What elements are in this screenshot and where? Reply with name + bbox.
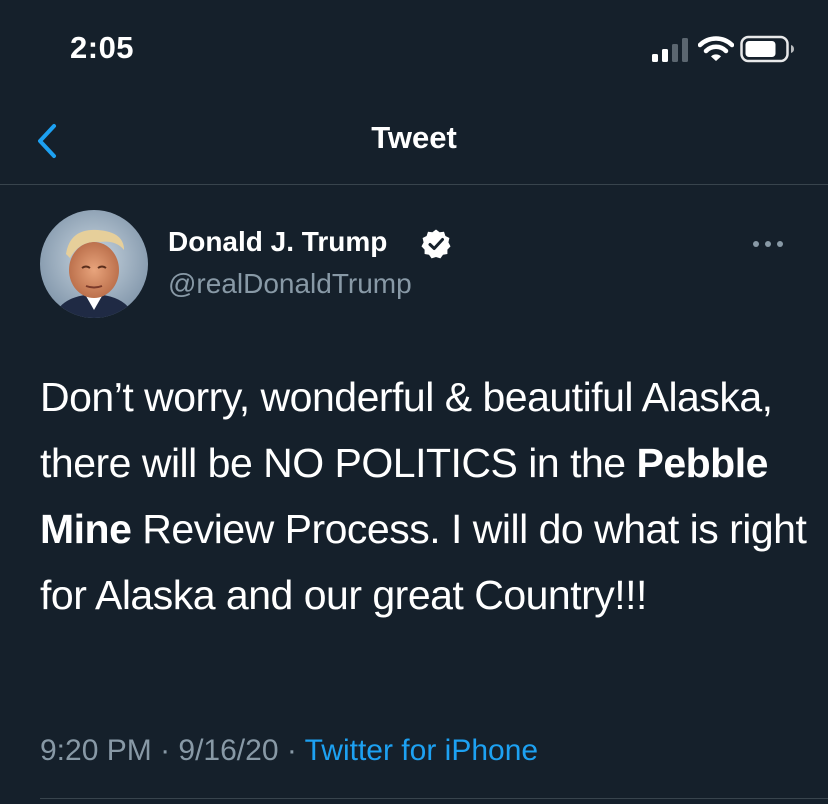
tweet-date: 9/16/20 [178,734,279,767]
avatar-image [40,210,148,318]
nav-bar: Tweet [0,100,828,185]
meta-separator: · [151,734,179,767]
status-time: 2:05 [70,30,135,65]
avatar[interactable] [40,210,148,318]
tweet-time: 9:20 PM [40,734,152,767]
tweet-meta: 9:20 PM · 9/16/20 · Twitter for iPhone [40,734,538,768]
tweet-text: Don’t worry, wonderful & beautiful Alask… [40,364,810,628]
tweet-text-part: Review Process. I will do what is right … [40,506,807,618]
battery-icon [740,35,794,63]
author-name[interactable]: Donald J. Trump [168,226,387,258]
verified-badge-icon [421,229,451,259]
tweet-source-link[interactable]: Twitter for iPhone [305,734,538,767]
cellular-signal-icon [652,38,688,62]
status-bar: 2:05 [0,0,828,100]
wifi-icon [698,36,734,61]
divider [40,798,828,799]
page-title: Tweet [371,120,457,155]
more-horizontal-icon[interactable] [748,232,788,256]
meta-separator: · [278,734,305,767]
author-handle[interactable]: @realDonaldTrump [168,268,412,300]
